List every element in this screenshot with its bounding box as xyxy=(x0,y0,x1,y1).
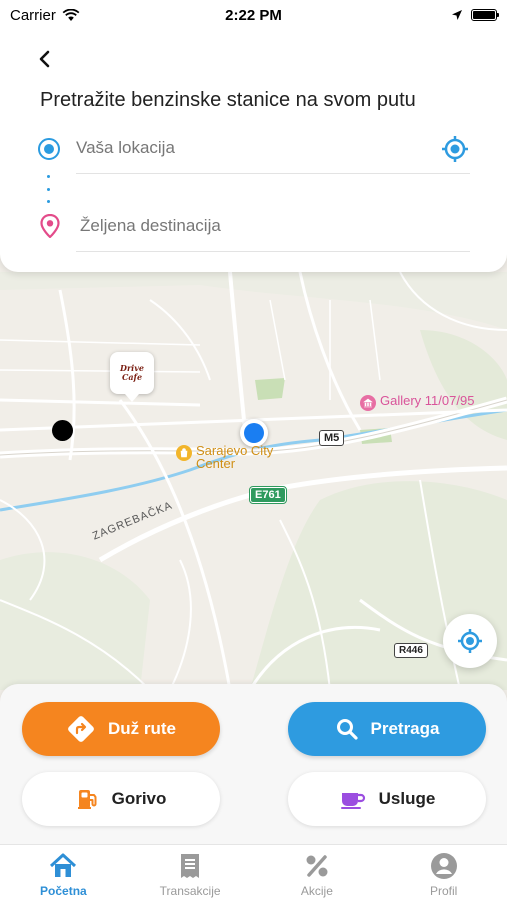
tab-profile-label: Profil xyxy=(429,884,458,898)
drive-cafe-marker[interactable]: Drive Cafe xyxy=(110,352,156,402)
origin-field-row[interactable]: Vaša lokacija xyxy=(38,128,470,174)
status-bar: Carrier 2:22 PM xyxy=(0,0,507,30)
coffee-cup-icon xyxy=(340,793,365,809)
route-connector-dots xyxy=(47,175,51,203)
tab-transactions-label: Transakcije xyxy=(159,884,221,898)
page-title: Pretražite benzinske stanice na svom put… xyxy=(40,89,416,111)
wifi-icon xyxy=(62,8,80,21)
drive-cafe-logo: Drive Cafe xyxy=(110,352,154,394)
tab-home[interactable]: Početna xyxy=(0,845,127,900)
museum-icon xyxy=(360,395,376,411)
origin-input[interactable]: Vaša lokacija xyxy=(76,138,175,158)
fuel-pump-icon xyxy=(77,790,97,809)
tab-promotions-label: Akcije xyxy=(300,884,333,898)
poi-gallery[interactable]: Gallery 11/07/95 xyxy=(360,394,474,411)
tab-home-label: Početna xyxy=(40,884,87,898)
poi-gallery-label: Gallery 11/07/95 xyxy=(380,393,475,408)
receipt-icon xyxy=(175,851,205,881)
use-current-location-button[interactable] xyxy=(440,134,470,164)
services-button[interactable]: Usluge xyxy=(288,772,486,826)
destination-input[interactable]: Željena destinacija xyxy=(80,216,221,236)
fuel-button[interactable]: Gorivo xyxy=(22,772,220,826)
destination-field-row[interactable]: Željena destinacija xyxy=(38,206,470,252)
services-label: Usluge xyxy=(378,789,436,808)
origin-dot-icon xyxy=(38,138,60,160)
action-sheet: Duž rute Pretraga Gorivo Usluge xyxy=(0,684,507,844)
fuel-label: Gorivo xyxy=(111,789,167,808)
road-shield-e761: E761 xyxy=(249,486,287,504)
tab-transactions[interactable]: Transakcije xyxy=(127,845,254,900)
percent-icon xyxy=(302,851,332,881)
tab-bar: Početna Transakcije Akcije Profil xyxy=(0,844,507,900)
search-card: Pretražite benzinske stanice na svom put… xyxy=(0,0,507,272)
search-icon xyxy=(336,719,358,740)
location-arrow-icon xyxy=(452,10,462,20)
map-marker-dot[interactable] xyxy=(52,420,73,441)
road-shield-r446: R446 xyxy=(394,643,428,658)
road-shield-m5: M5 xyxy=(319,430,345,446)
search-button[interactable]: Pretraga xyxy=(288,702,486,756)
carrier-label: Carrier xyxy=(10,6,56,24)
route-sign-icon xyxy=(68,716,94,742)
locate-me-button[interactable] xyxy=(443,614,497,668)
target-icon xyxy=(442,136,468,162)
chevron-left-icon xyxy=(39,50,50,68)
along-route-button[interactable]: Duž rute xyxy=(22,702,220,756)
search-label: Pretraga xyxy=(370,719,440,738)
tab-promotions[interactable]: Akcije xyxy=(254,845,381,900)
along-route-label: Duž rute xyxy=(108,719,176,738)
poi-city-center[interactable]: Sarajevo City Center xyxy=(176,444,276,470)
profile-icon xyxy=(429,851,459,881)
home-icon xyxy=(48,851,78,881)
tab-profile[interactable]: Profil xyxy=(380,845,507,900)
poi-city-center-label: Sarajevo City Center xyxy=(196,443,274,471)
back-button[interactable] xyxy=(34,48,56,70)
map-pin-icon xyxy=(40,214,60,238)
crosshair-icon xyxy=(458,629,482,653)
shopping-icon xyxy=(176,445,192,461)
battery-icon xyxy=(471,9,499,21)
